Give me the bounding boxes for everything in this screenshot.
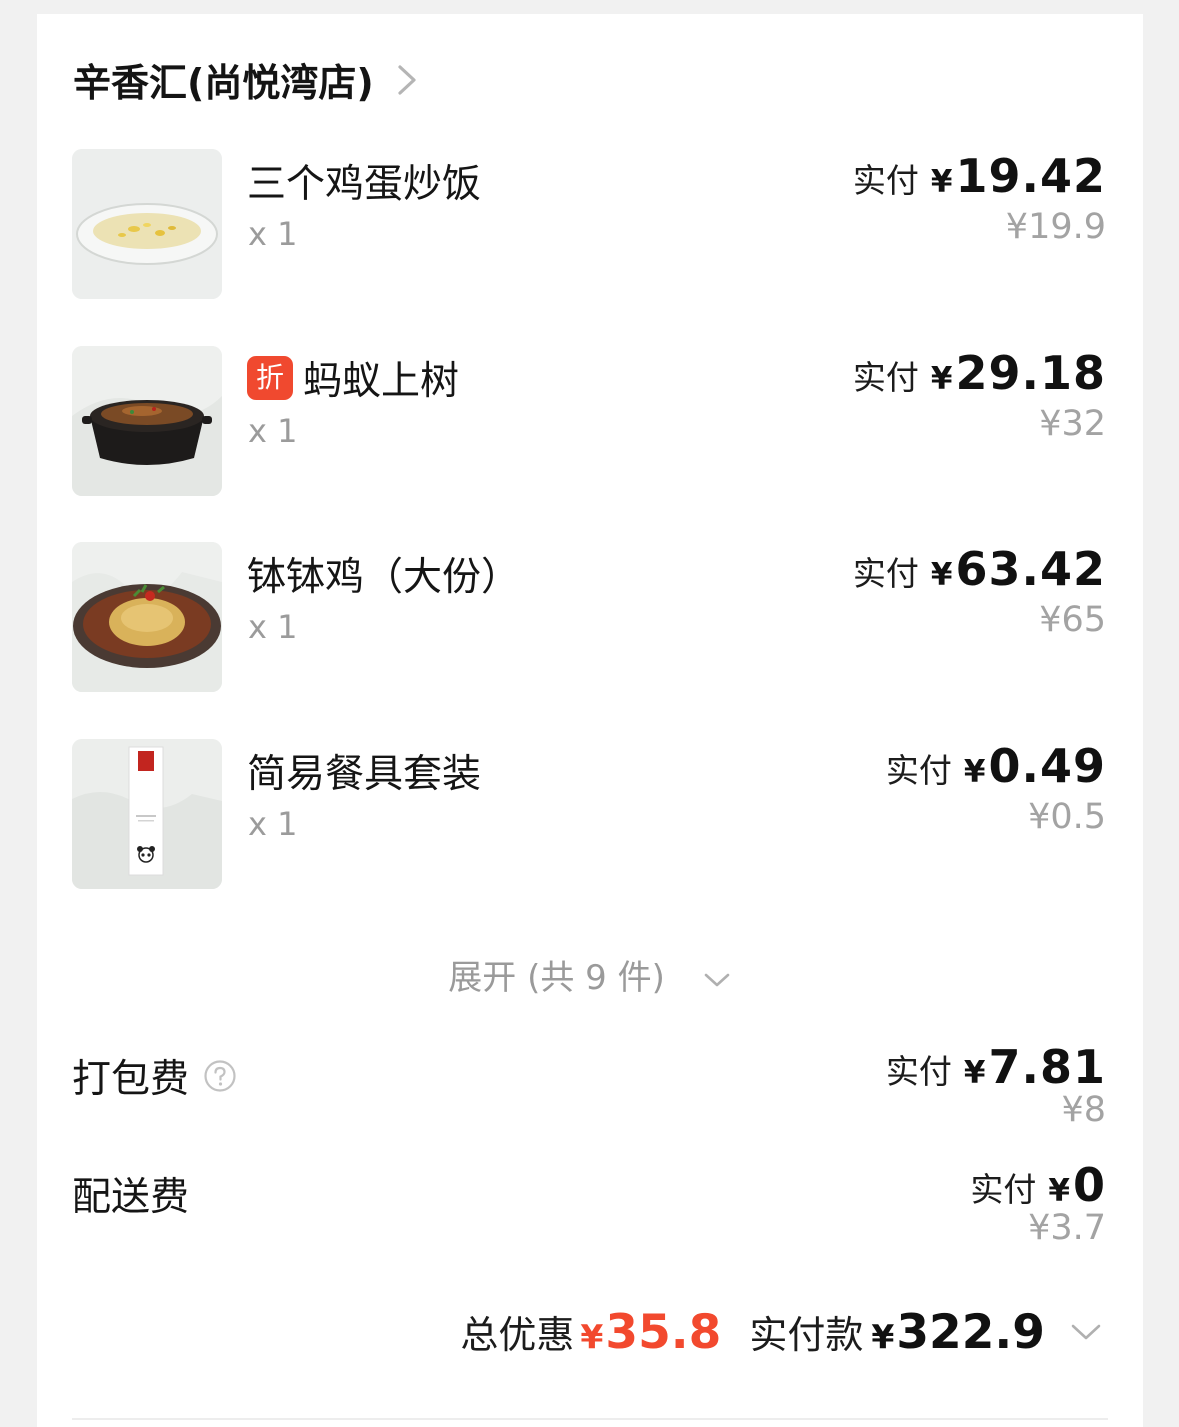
paid-amount: 0.49: [988, 739, 1106, 793]
delivery-fee-paid: 实付 ¥ 0: [970, 1158, 1106, 1212]
item-original-price: ¥32: [1039, 404, 1106, 444]
list-item[interactable]: 简易餐具套装 x 1 实付 ¥ 0.49 ¥0.5: [72, 739, 1106, 891]
packing-fee-original: ¥8: [1061, 1090, 1106, 1130]
total-discount-amount: 35.8: [605, 1305, 722, 1360]
paid-label: 实付: [852, 161, 919, 200]
item-quantity: x 1: [248, 215, 298, 253]
dish-image-bobo-chicken: [72, 542, 222, 692]
delivery-fee-label: 配送费: [72, 1166, 189, 1222]
paid-label: 实付: [885, 751, 952, 790]
item-paid-price: 实付 ¥ 0.49: [886, 739, 1106, 793]
item-paid-price: 实付 ¥ 19.42: [853, 149, 1106, 203]
packing-fee-text: 打包费: [72, 1057, 190, 1102]
paid-label: 实付: [970, 1170, 1037, 1209]
dish-image-ants-climbing-tree: [72, 346, 222, 496]
paid-amount: 29.18: [955, 346, 1106, 400]
paid-label: 实付: [885, 1052, 952, 1091]
total-paid-label: 实付款: [749, 1313, 864, 1357]
delivery-fee-text: 配送费: [72, 1175, 190, 1220]
delivery-fee-row: 配送费 实付 ¥ 0 ¥3.7: [72, 1156, 1106, 1266]
list-item[interactable]: 钵钵鸡（大份） x 1 实付 ¥ 63.42 ¥65: [72, 542, 1106, 694]
order-card: 辛香汇(尚悦湾店) 三个鸡蛋炒饭 x 1 实付 ¥ 19.42 ¥19.9 折 …: [37, 14, 1143, 1427]
paid-label: 实付: [852, 358, 919, 397]
packing-fee-label: 打包费: [72, 1048, 237, 1104]
store-name[interactable]: 辛香汇(尚悦湾店): [73, 52, 374, 107]
paid-label: 实付: [852, 554, 919, 593]
packing-fee-paid: 实付 ¥ 7.81: [886, 1040, 1106, 1094]
delivery-fee-original: ¥3.7: [1028, 1208, 1106, 1248]
list-item[interactable]: 折 蚂蚁上树 x 1 实付 ¥ 29.18 ¥32: [72, 346, 1106, 498]
paid-amount: 19.42: [955, 149, 1106, 203]
item-name: 折 蚂蚁上树: [247, 350, 459, 406]
paid-amount: 63.42: [955, 542, 1106, 596]
currency-symbol: ¥: [930, 361, 953, 397]
expand-label[interactable]: 展开 (共 9 件): [448, 958, 665, 998]
item-original-price: ¥19.9: [1005, 207, 1106, 247]
item-quantity: x 1: [248, 608, 298, 646]
chevron-down-icon[interactable]: [702, 970, 732, 990]
item-name-text: 蚂蚁上树: [303, 359, 460, 404]
question-circle-icon[interactable]: [203, 1059, 237, 1093]
item-paid-price: 实付 ¥ 29.18: [853, 346, 1106, 400]
total-discount-label: 总优惠: [460, 1313, 575, 1357]
item-quantity: x 1: [248, 805, 298, 843]
currency-symbol: ¥: [930, 164, 953, 200]
paid-amount: 7.81: [988, 1040, 1106, 1094]
currency-symbol: ¥: [930, 557, 953, 593]
discount-currency: ¥: [580, 1317, 604, 1356]
currency-symbol: ¥: [963, 754, 986, 790]
item-original-price: ¥0.5: [1028, 797, 1106, 837]
item-name: 三个鸡蛋炒饭: [247, 153, 481, 209]
item-name-text: 三个鸡蛋炒饭: [247, 162, 482, 207]
dish-image-tableware-set: [72, 739, 222, 889]
discount-tag: 折: [247, 356, 293, 400]
item-name: 简易餐具套装: [247, 743, 481, 799]
paid-currency: ¥: [871, 1317, 895, 1356]
packing-fee-row: 打包费 实付 ¥ 7.81 ¥8: [72, 1038, 1106, 1148]
item-name-text: 简易餐具套装: [247, 752, 482, 797]
currency-symbol: ¥: [963, 1055, 986, 1091]
item-original-price: ¥65: [1039, 600, 1106, 640]
paid-amount: 0: [1072, 1158, 1106, 1212]
chevron-down-icon[interactable]: [1069, 1321, 1103, 1343]
order-summary[interactable]: 总优惠 ¥ 35.8 实付款 ¥ 322.9: [460, 1304, 1103, 1360]
total-paid-amount: 322.9: [896, 1305, 1045, 1360]
item-name: 钵钵鸡（大份）: [247, 546, 520, 602]
list-item[interactable]: 三个鸡蛋炒饭 x 1 实付 ¥ 19.42 ¥19.9: [72, 149, 1106, 301]
expand-items-button[interactable]: 展开 (共 9 件): [37, 950, 1143, 999]
item-name-text: 钵钵鸡（大份）: [247, 555, 521, 600]
chevron-right-icon[interactable]: [392, 60, 422, 100]
item-paid-price: 实付 ¥ 63.42: [853, 542, 1106, 596]
currency-symbol: ¥: [1048, 1173, 1070, 1209]
divider: [72, 1418, 1108, 1420]
store-header[interactable]: 辛香汇(尚悦湾店): [73, 52, 422, 107]
dish-image-fried-rice: [72, 149, 222, 299]
item-quantity: x 1: [248, 412, 298, 450]
